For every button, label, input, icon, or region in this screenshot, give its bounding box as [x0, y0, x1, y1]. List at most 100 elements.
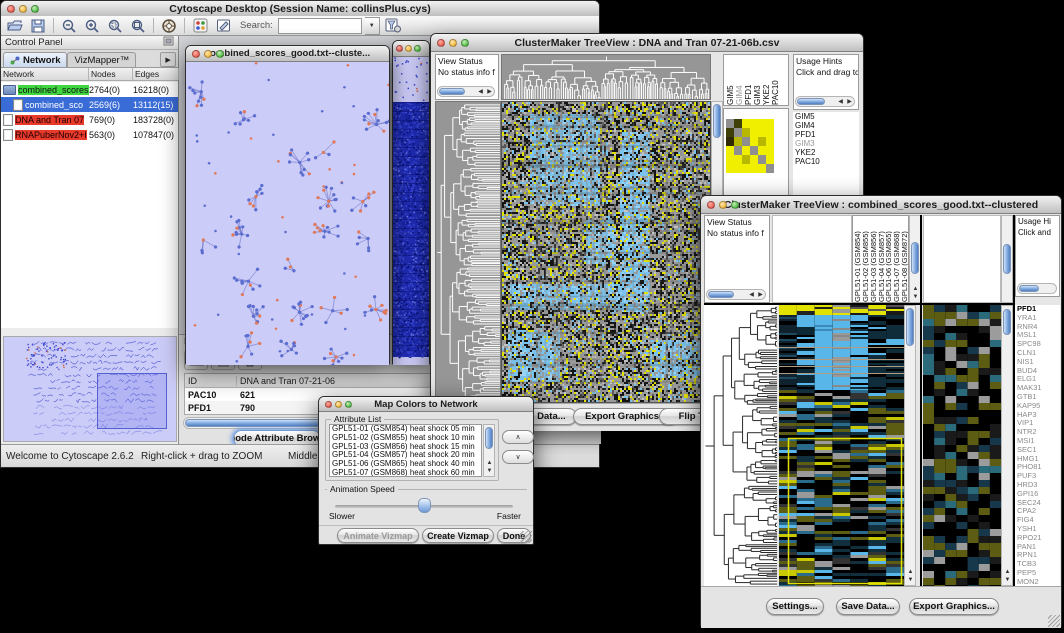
attribute-item[interactable]: GPL51-07 (GSM868) heat shock 60 min	[330, 469, 481, 477]
gene-label[interactable]: GIM4	[793, 121, 859, 130]
minimize-icon[interactable]	[719, 201, 727, 209]
scroll-down-icon[interactable]	[1003, 577, 1012, 584]
export-graphics-button[interactable]: Export Graphics...	[909, 598, 999, 615]
save-data-button[interactable]: Save Data...	[836, 598, 900, 615]
gene-dendrogram[interactable]	[704, 305, 777, 586]
network-row[interactable]: DNA and Tran 07 769(0) 183728(0)	[1, 112, 178, 127]
zoom-window-icon[interactable]	[414, 45, 421, 52]
scrollbar-thumb[interactable]	[911, 242, 919, 274]
annotation-icon[interactable]	[213, 17, 233, 34]
network-row[interactable]: combined_sco 2569(6) 13112(15)	[1, 97, 178, 112]
dense-network-canvas[interactable]	[393, 57, 429, 365]
scroll-right-icon[interactable]	[756, 292, 765, 299]
global-heatmap[interactable]	[779, 305, 904, 586]
scroll-right-icon[interactable]	[485, 89, 494, 96]
array-dendrogram-area[interactable]	[772, 215, 852, 303]
cytoscape-titlebar[interactable]: Cytoscape Desktop (Session Name: collins…	[1, 1, 599, 17]
close-icon[interactable]	[325, 401, 332, 408]
treeview-combined-titlebar[interactable]: ClusterMaker TreeView : combined_scores_…	[701, 196, 1061, 214]
minimize-icon[interactable]	[405, 45, 412, 52]
zoom-vscrollbar[interactable]	[1001, 305, 1013, 586]
scrollbar-thumb[interactable]	[1003, 244, 1011, 274]
scrollbar-thumb[interactable]	[1019, 285, 1039, 292]
heatmap-vscrollbar[interactable]	[904, 305, 916, 586]
minimize-icon[interactable]	[335, 401, 342, 408]
zoom-heatmap[interactable]	[726, 119, 774, 173]
overview-selection-rect[interactable]	[97, 373, 167, 429]
gene-label[interactable]: YKE2	[793, 148, 859, 157]
open-session-icon[interactable]	[5, 17, 25, 34]
scroll-left-icon[interactable]	[747, 292, 756, 299]
scrollbar-thumb[interactable]	[439, 88, 465, 95]
vizmapper-icon[interactable]	[190, 17, 210, 34]
scroll-down-icon[interactable]	[911, 294, 920, 301]
minimize-icon[interactable]	[204, 50, 212, 58]
scroll-right-icon[interactable]	[845, 99, 854, 106]
resize-grip[interactable]	[1048, 615, 1060, 627]
gene-label[interactable]: GIM5	[793, 112, 859, 121]
network-overview-thumbnail[interactable]	[3, 336, 177, 442]
dialog-titlebar[interactable]: Map Colors to Network	[319, 397, 533, 412]
network-row[interactable]: combined_scores 2764(0) 16218(0)	[1, 82, 178, 97]
network-canvas[interactable]	[186, 62, 389, 365]
scrollbar-thumb[interactable]	[713, 104, 721, 138]
treeview-dna-titlebar[interactable]: ClusterMaker TreeView : DNA and Tran 07-…	[431, 34, 863, 52]
usage-hints-hscrollbar[interactable]	[1017, 283, 1057, 294]
scroll-left-icon[interactable]	[836, 99, 845, 106]
close-icon[interactable]	[437, 39, 445, 47]
scroll-down-icon[interactable]	[906, 577, 915, 584]
search-dropdown-icon[interactable]	[365, 17, 380, 35]
minimize-icon[interactable]	[19, 5, 27, 13]
zoom-selected-icon[interactable]	[105, 17, 125, 34]
attribute-vscrollbar[interactable]	[483, 424, 495, 477]
zoom-window-icon[interactable]	[461, 39, 469, 47]
tab-overflow-button[interactable]: ▶	[160, 52, 176, 67]
gene-label[interactable]: PAC10	[793, 157, 859, 166]
zoom-vscrollbar-top[interactable]	[1001, 215, 1013, 303]
background-window-titlebar[interactable]	[393, 41, 429, 57]
scrollbar-thumb[interactable]	[797, 98, 825, 105]
create-vizmap-button[interactable]: Create Vizmap	[422, 528, 494, 543]
scrollbar-thumb[interactable]	[485, 427, 493, 449]
animate-vizmap-button[interactable]: Animate Vizmap	[337, 528, 419, 543]
move-down-button[interactable]: ∨	[502, 450, 534, 464]
gene-label[interactable]: GIM3	[793, 139, 859, 148]
tab-vizmapper[interactable]: VizMapper™	[67, 52, 136, 67]
float-panel-icon[interactable]	[163, 36, 174, 49]
view-status-hscrollbar[interactable]	[706, 289, 766, 300]
zoom-out-icon[interactable]	[59, 17, 79, 34]
view-status-hscrollbar[interactable]	[437, 86, 495, 97]
network-view-titlebar[interactable]: combined_scores_good.txt--cluste...	[186, 46, 389, 62]
minimize-icon[interactable]	[449, 39, 457, 47]
filter-icon[interactable]	[383, 17, 403, 34]
zoom-window-icon[interactable]	[345, 401, 352, 408]
zoom-window-icon[interactable]	[31, 5, 39, 13]
close-icon[interactable]	[192, 50, 200, 58]
save-session-icon[interactable]	[28, 17, 48, 34]
usage-hints-hscrollbar[interactable]	[795, 96, 855, 107]
close-icon[interactable]	[707, 201, 715, 209]
global-heatmap[interactable]	[501, 101, 711, 403]
scroll-left-icon[interactable]	[476, 89, 485, 96]
zoom-window-icon[interactable]	[731, 201, 739, 209]
gene-label[interactable]: MON2	[1015, 578, 1060, 586]
tab-network[interactable]: Network	[3, 52, 67, 67]
scrollbar-thumb[interactable]	[708, 291, 734, 298]
search-input[interactable]	[278, 18, 362, 34]
network-row[interactable]: RNAPuberNov2+I 563(0) 107847(0)	[1, 127, 178, 142]
scroll-up-icon[interactable]	[485, 460, 494, 467]
gene-dendrogram[interactable]	[435, 101, 501, 403]
close-icon[interactable]	[396, 45, 403, 52]
zoom-heatmap[interactable]	[923, 305, 1001, 586]
scrollbar-thumb[interactable]	[1003, 309, 1011, 335]
resize-grip[interactable]	[520, 531, 532, 543]
zoom-fit-icon[interactable]	[128, 17, 148, 34]
scrollbar-thumb[interactable]	[906, 308, 914, 346]
zoom-window-icon[interactable]	[216, 50, 224, 58]
move-up-button[interactable]: ∧	[502, 430, 534, 444]
slider-thumb[interactable]	[418, 498, 431, 513]
close-icon[interactable]	[7, 5, 15, 13]
zoom-in-icon[interactable]	[82, 17, 102, 34]
scroll-down-icon[interactable]	[485, 468, 494, 475]
scroll-up-icon[interactable]	[906, 569, 915, 576]
